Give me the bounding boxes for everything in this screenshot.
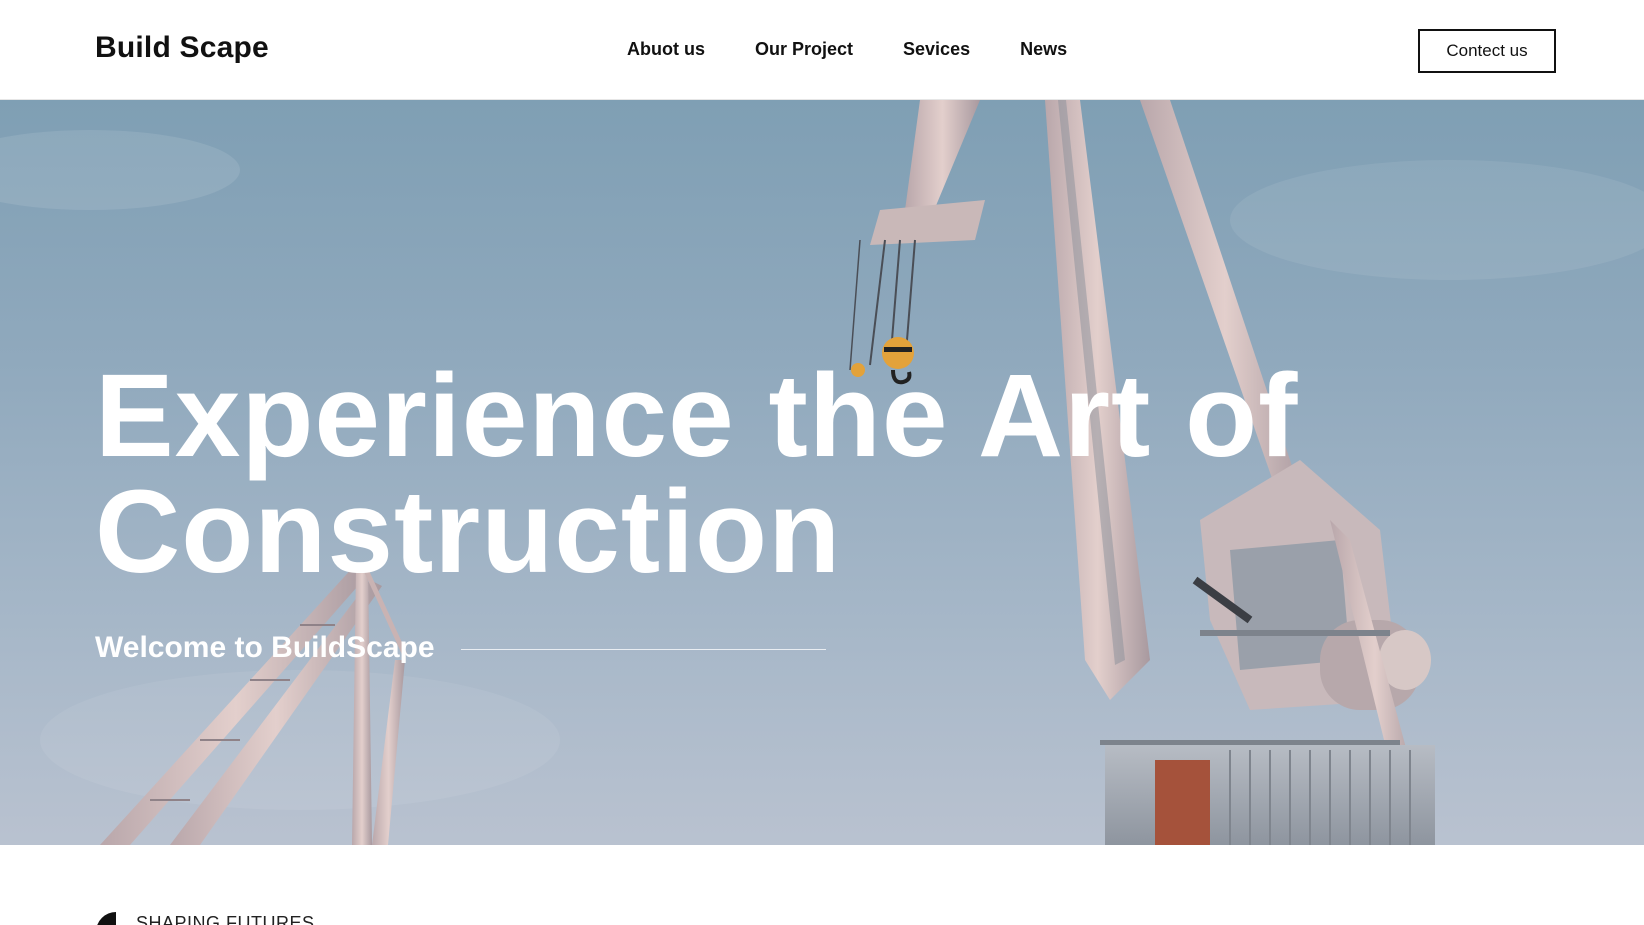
hero-divider-line bbox=[461, 649, 826, 650]
main-nav: Abuot us Our Project Sevices News bbox=[627, 39, 1067, 60]
hero-title: Experience the Art of Construction bbox=[95, 357, 1298, 591]
hero-title-line-2: Construction bbox=[95, 466, 842, 598]
shaping-futures-section: SHAPING FUTURES bbox=[0, 845, 1644, 925]
site-header: Build Scape Abuot us Our Project Sevices… bbox=[0, 0, 1644, 100]
hero-subtitle: Welcome to BuildScape bbox=[95, 631, 435, 664]
hero-banner: Experience the Art of Construction Welco… bbox=[0, 100, 1644, 845]
section-label: SHAPING FUTURES bbox=[136, 913, 315, 925]
brand-logo[interactable]: Build Scape bbox=[95, 31, 269, 65]
quarter-circle-icon bbox=[97, 912, 116, 925]
nav-link-services[interactable]: Sevices bbox=[903, 39, 970, 60]
nav-link-projects[interactable]: Our Project bbox=[755, 39, 853, 60]
contact-button[interactable]: Contect us bbox=[1418, 29, 1556, 73]
nav-link-about[interactable]: Abuot us bbox=[627, 39, 705, 60]
nav-link-news[interactable]: News bbox=[1020, 39, 1067, 60]
hero-title-line-1: Experience the Art of bbox=[95, 350, 1299, 482]
